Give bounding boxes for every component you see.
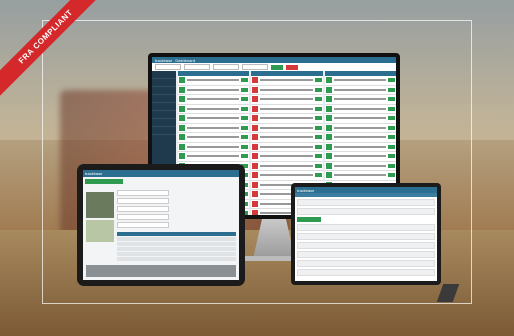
apply-button[interactable] (271, 64, 283, 70)
list-item[interactable] (178, 114, 250, 124)
form-field[interactable] (297, 208, 435, 215)
sidebar-item[interactable] (152, 103, 176, 111)
list-item[interactable] (251, 124, 323, 133)
list-item[interactable] (324, 162, 396, 171)
filter-field[interactable] (184, 64, 210, 70)
sidebar-item[interactable] (152, 111, 176, 119)
list-item[interactable] (178, 86, 250, 95)
list-item[interactable] (324, 171, 396, 181)
list-item[interactable] (324, 105, 396, 114)
tablet-action-button[interactable] (85, 179, 123, 184)
table-row[interactable] (117, 247, 236, 251)
surface-brand: trackbase (297, 187, 315, 193)
list-item[interactable] (178, 124, 250, 133)
surface-tablet: trackbase (291, 183, 441, 285)
list-item[interactable] (178, 143, 250, 152)
list-item[interactable] (297, 251, 435, 258)
list-item[interactable] (178, 105, 250, 114)
list-item[interactable] (324, 86, 396, 95)
list-item[interactable] (251, 162, 323, 171)
list-item[interactable] (324, 133, 396, 143)
sidebar-item[interactable] (152, 119, 176, 127)
track-photo (86, 192, 114, 218)
submit-button[interactable] (297, 217, 321, 222)
list-item[interactable] (297, 242, 435, 249)
list-item[interactable] (251, 152, 323, 162)
surface-screen: trackbase (295, 187, 437, 281)
list-item[interactable] (251, 143, 323, 152)
table-row[interactable] (117, 252, 236, 256)
filter-field[interactable] (213, 64, 239, 70)
form-field[interactable] (117, 206, 169, 212)
list-item[interactable] (324, 76, 396, 86)
list-item[interactable] (324, 152, 396, 162)
list-item[interactable] (324, 114, 396, 124)
sidebar-item[interactable] (152, 71, 176, 79)
list-item[interactable] (178, 76, 250, 86)
table-row[interactable] (117, 257, 236, 261)
list-item[interactable] (178, 95, 250, 105)
tablet-device: trackbase (77, 164, 245, 286)
form-field[interactable] (117, 198, 169, 204)
list-item[interactable] (297, 224, 435, 231)
list-item[interactable] (178, 133, 250, 143)
table-header (117, 232, 236, 236)
list-item[interactable] (251, 95, 323, 105)
form-field[interactable] (117, 222, 169, 228)
filter-field[interactable] (155, 64, 181, 70)
surface-subheader (295, 193, 437, 197)
list-item[interactable] (251, 86, 323, 95)
tablet-brand: trackbase (85, 171, 103, 176)
list-item[interactable] (178, 152, 250, 162)
monitor-filter-bar (152, 63, 396, 71)
list-item[interactable] (297, 260, 435, 267)
list-item[interactable] (251, 171, 323, 181)
list-item[interactable] (297, 269, 435, 276)
list-item[interactable] (251, 105, 323, 114)
list-item[interactable] (251, 133, 323, 143)
table-row[interactable] (117, 242, 236, 246)
sidebar-item[interactable] (152, 95, 176, 103)
filter-field[interactable] (242, 64, 268, 70)
form-field[interactable] (297, 199, 435, 206)
list-item[interactable] (324, 143, 396, 152)
table-row[interactable] (117, 237, 236, 241)
form-field[interactable] (117, 190, 169, 196)
list-item[interactable] (297, 233, 435, 240)
defects-table (117, 232, 236, 266)
reset-button[interactable] (286, 64, 298, 70)
sidebar-item[interactable] (152, 87, 176, 95)
inspection-form (117, 190, 169, 230)
form-field[interactable] (117, 214, 169, 220)
list-item[interactable] (324, 95, 396, 105)
tablet-header: trackbase (83, 170, 239, 177)
monitor-brand: trackbase (155, 57, 173, 63)
sidebar-item[interactable] (152, 127, 176, 135)
tablet-screen: trackbase (83, 170, 239, 280)
map-thumbnail[interactable] (86, 220, 114, 242)
sidebar-item[interactable] (152, 79, 176, 87)
monitor-title: Dashboard (175, 57, 195, 63)
list-item[interactable] (251, 114, 323, 124)
list-item[interactable] (251, 76, 323, 86)
photo-strip (86, 265, 236, 277)
list-item[interactable] (324, 124, 396, 133)
